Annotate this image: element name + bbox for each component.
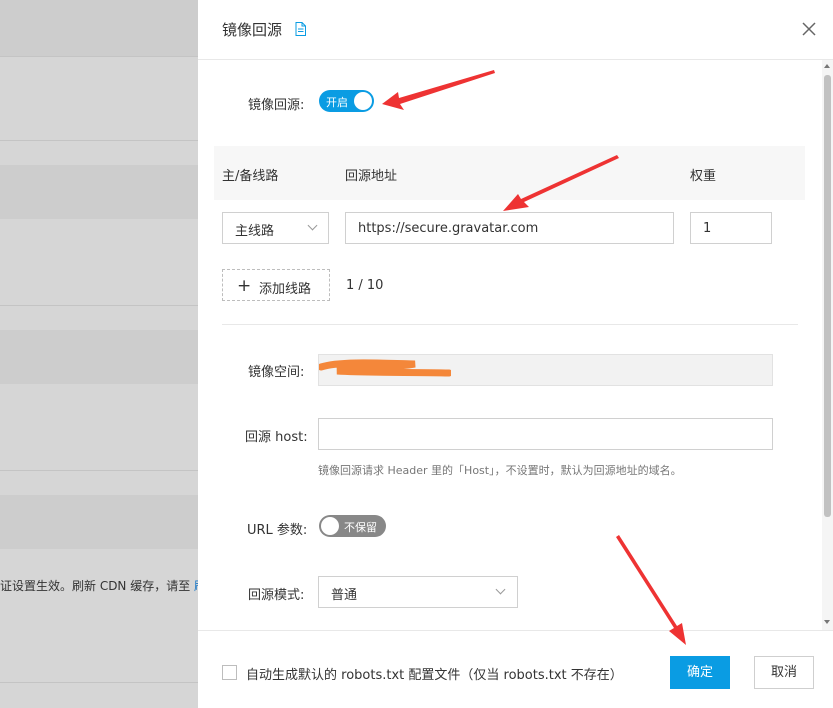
- chevron-down-icon: [307, 220, 318, 231]
- mirror-origin-label: 镜像回源:: [248, 98, 305, 113]
- drawer-header: 镜像回源: [198, 0, 833, 60]
- background-notice: 证设置生效。刷新 CDN 缓存，请至 刷: [0, 577, 198, 594]
- chevron-down-icon: [495, 584, 506, 595]
- routes-table-header: 主/备线路 回源地址 权重: [214, 146, 805, 200]
- robots-checkbox[interactable]: [222, 665, 237, 680]
- document-icon[interactable]: [295, 22, 306, 36]
- background-divider: [0, 140, 198, 141]
- toggle-knob: [354, 92, 372, 110]
- column-header-weight: 权重: [690, 169, 717, 184]
- section-divider: [222, 324, 798, 325]
- mirror-space-label: 镜像空间:: [248, 365, 305, 380]
- add-route-button[interactable]: + 添加线路: [222, 269, 330, 301]
- origin-mode-label: 回源模式:: [248, 588, 305, 603]
- background-band: [0, 0, 198, 56]
- toggle-state-label: 不保留: [344, 521, 377, 534]
- drawer-title: 镜像回源: [222, 21, 283, 39]
- background-band: [0, 330, 198, 384]
- cancel-button[interactable]: 取消: [754, 656, 814, 689]
- background-band: [0, 495, 198, 549]
- url-params-label: URL 参数:: [247, 523, 308, 538]
- background-divider: [0, 56, 198, 57]
- close-icon[interactable]: [801, 21, 817, 37]
- background-divider: [0, 682, 198, 683]
- origin-host-input[interactable]: [318, 418, 773, 450]
- route-weight-input[interactable]: [690, 212, 772, 244]
- route-line-value: 主线路: [235, 224, 275, 239]
- route-line-select[interactable]: 主线路: [222, 212, 329, 244]
- column-header-line: 主/备线路: [222, 169, 279, 184]
- mirror-origin-toggle[interactable]: 开启: [319, 90, 374, 112]
- column-header-address: 回源地址: [345, 169, 398, 184]
- drawer-scrollbar[interactable]: [822, 60, 833, 630]
- scroll-down-arrow-icon[interactable]: [824, 620, 830, 624]
- plus-icon: +: [237, 276, 252, 296]
- route-address-input[interactable]: [345, 212, 674, 244]
- add-route-label: 添加线路: [259, 282, 312, 297]
- origin-host-label: 回源 host:: [245, 430, 308, 445]
- drawer-footer: 自动生成默认的 robots.txt 配置文件（仅当 robots.txt 不存…: [198, 630, 833, 708]
- background-band: [0, 165, 198, 219]
- background-divider: [0, 470, 198, 471]
- origin-mode-value: 普通: [331, 588, 358, 603]
- confirm-button[interactable]: 确定: [670, 656, 730, 689]
- origin-mode-select[interactable]: 普通: [318, 576, 518, 608]
- redaction-scribble: [319, 359, 451, 377]
- background-divider: [0, 305, 198, 306]
- background-page: 证设置生效。刷新 CDN 缓存，请至 刷: [0, 0, 198, 708]
- scroll-thumb[interactable]: [824, 75, 831, 517]
- url-params-toggle[interactable]: 不保留: [319, 515, 386, 537]
- toggle-state-label: 开启: [326, 96, 348, 109]
- robots-checkbox-label: 自动生成默认的 robots.txt 配置文件（仅当 robots.txt 不存…: [246, 668, 623, 683]
- mirror-origin-drawer: 镜像回源 镜像回源: 开启 主/备线路 回源地址 权重 主线路 + 添加: [198, 0, 833, 708]
- route-count: 1 / 10: [346, 278, 384, 293]
- origin-host-hint: 镜像回源请求 Header 里的「Host」，不设置时，默认为回源地址的域名。: [318, 464, 682, 477]
- toggle-knob: [321, 517, 339, 535]
- scroll-up-arrow-icon[interactable]: [824, 64, 830, 68]
